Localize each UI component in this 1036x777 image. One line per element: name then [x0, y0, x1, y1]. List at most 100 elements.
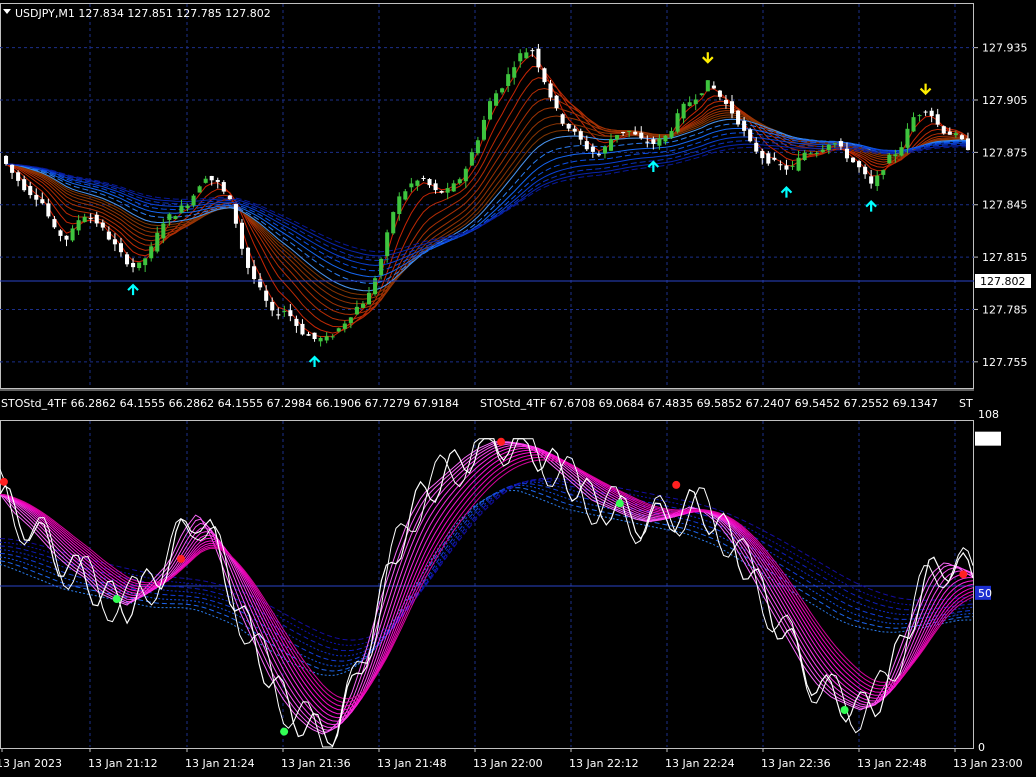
candle-body — [548, 83, 553, 98]
candle-body — [191, 195, 196, 206]
candle-body — [64, 235, 69, 240]
candle-body — [40, 199, 45, 204]
ind-tick-label-2: 50 — [978, 587, 992, 600]
stoch-marker-low — [840, 706, 849, 714]
candle-body — [542, 68, 547, 83]
candle-body — [584, 141, 589, 150]
price-tick-label-4: 127.815 — [982, 251, 1028, 264]
candle-body — [754, 142, 759, 152]
candle-body — [857, 161, 862, 168]
candle-body — [560, 114, 565, 124]
candle-body — [22, 179, 27, 191]
candle-body — [590, 146, 595, 152]
candle-body — [312, 332, 317, 340]
candle-body — [760, 150, 765, 159]
symbol-header: USDJPY,M1 127.834 127.851 127.785 127.80… — [15, 7, 271, 20]
candle-body — [143, 258, 148, 266]
candle-body — [506, 74, 511, 86]
stoch-marker-high — [672, 480, 681, 489]
ind-tick-label-3: 0 — [978, 741, 985, 754]
candle-body — [433, 183, 438, 191]
candle-body — [965, 138, 970, 151]
candle-body — [348, 317, 353, 323]
ind-tick-label-0: 108 — [978, 408, 999, 421]
candle-body — [324, 336, 329, 341]
candle-body — [748, 129, 753, 142]
price-tick-label-5: 127.785 — [982, 303, 1028, 316]
candle-body — [808, 153, 813, 155]
candle-body — [766, 153, 771, 164]
candle-body — [947, 131, 952, 135]
candle-body — [318, 338, 323, 342]
candle-body — [681, 103, 686, 119]
price-tick-label-0: 127.935 — [982, 42, 1028, 55]
candle-body — [675, 113, 680, 132]
candle-body — [137, 262, 142, 269]
candle-body — [330, 336, 335, 338]
candle-body — [288, 310, 293, 317]
candle-body — [300, 323, 305, 335]
candle-body — [391, 212, 396, 234]
candle-body — [669, 131, 674, 138]
candle-body — [360, 303, 365, 308]
candle-body — [645, 141, 650, 143]
candle-body — [875, 175, 880, 187]
price-tick-label-6: 127.755 — [982, 356, 1028, 369]
candle-body — [282, 310, 287, 312]
candle-body — [173, 216, 178, 220]
time-tick-label-6: 13 Jan 22:12 — [569, 757, 639, 770]
ind-tick-label-1: 100 — [978, 433, 999, 446]
candle-body — [711, 85, 716, 89]
candle-body — [512, 67, 517, 78]
candle-body — [475, 140, 480, 154]
candle-body — [354, 306, 359, 315]
candle-body — [572, 128, 577, 132]
stoch-marker-high — [176, 554, 185, 563]
candle-body — [463, 168, 468, 182]
candle-body — [621, 131, 626, 133]
candle-body — [227, 195, 232, 200]
candle-body — [723, 99, 728, 104]
candle-body — [554, 95, 559, 109]
candle-body — [203, 178, 208, 183]
candle-body — [209, 175, 214, 181]
time-tick-label-7: 13 Jan 22:24 — [665, 757, 735, 770]
candle-body — [215, 180, 220, 182]
candle-body — [941, 126, 946, 134]
time-tick-label-5: 13 Jan 22:00 — [473, 757, 543, 770]
candle-body — [500, 88, 505, 93]
candle-body — [118, 243, 123, 253]
candle-body — [627, 130, 632, 132]
candle-body — [657, 138, 662, 146]
candle-body — [736, 110, 741, 125]
stoch-marker-low — [615, 499, 624, 508]
candle-body — [887, 154, 892, 164]
candle-body — [530, 50, 535, 52]
candle-body — [778, 164, 783, 166]
stoch-marker-high — [0, 477, 8, 486]
candle-body — [687, 102, 692, 107]
candle-body — [246, 247, 251, 268]
candle-body — [379, 258, 384, 276]
candle-body — [524, 52, 529, 59]
candle-body — [276, 314, 281, 316]
candle-body — [488, 101, 493, 120]
current-price-label: 127.802 — [980, 275, 1026, 288]
candle-body — [221, 182, 226, 192]
price-tick-label-1: 127.905 — [982, 94, 1028, 107]
candle-body — [742, 121, 747, 131]
candle-body — [772, 157, 777, 160]
time-tick-label-3: 13 Jan 21:36 — [281, 757, 351, 770]
candle-body — [953, 133, 958, 136]
price-tick-label-3: 127.845 — [982, 199, 1028, 212]
candle-body — [536, 48, 541, 68]
candle-body — [651, 139, 656, 144]
candle-body — [445, 188, 450, 193]
candle-body — [457, 179, 462, 184]
candle-body — [34, 194, 39, 200]
candle-body — [566, 123, 571, 129]
candle-body — [911, 117, 916, 132]
candle-body — [415, 180, 420, 186]
candle-body — [252, 266, 257, 280]
trading-chart[interactable]: 127.935 127.905 127.875 127.845 127.815 127.7… — [0, 0, 1036, 777]
